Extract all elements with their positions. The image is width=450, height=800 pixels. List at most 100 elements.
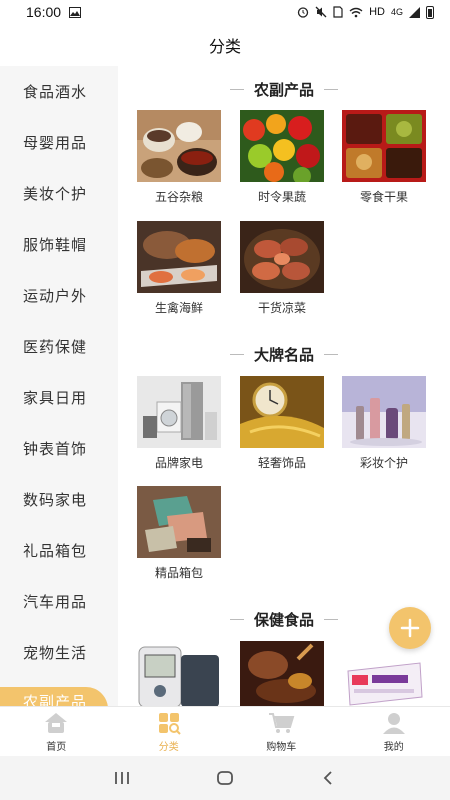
sidebar-item-gifts[interactable]: 礼品箱包 [0, 525, 118, 576]
bags-image [137, 486, 221, 558]
mute-icon [315, 6, 327, 18]
grains-image [137, 110, 221, 182]
sidebar-item-pets[interactable]: 宠物生活 [0, 627, 118, 678]
home-icon [45, 713, 68, 733]
sidebar-item-label: 食品酒水 [23, 84, 88, 102]
product-dried[interactable]: 干货凉菜 [240, 221, 324, 316]
wifi-icon [349, 7, 363, 17]
divider [229, 618, 244, 620]
product-grains[interactable]: 五谷杂粮 [137, 110, 221, 205]
product-label: 生禽海鲜 [154, 301, 203, 315]
sidebar-item-label: 钟表首饰 [23, 441, 88, 459]
sidebar-item-label: 母婴用品 [23, 135, 88, 153]
product-label: 轻奢饰品 [257, 456, 306, 470]
tab-label: 首页 [46, 742, 67, 753]
sidebar-item-sports[interactable]: 运动户外 [0, 270, 118, 321]
blood-pressure-monitor-image [137, 641, 221, 706]
tab-label: 购物车 [266, 742, 297, 753]
product-label: 彩妆个护 [359, 456, 408, 470]
section-title-text: 大牌名品 [253, 346, 314, 364]
sidebar-item-label: 运动户外 [23, 288, 88, 306]
home-nav-icon[interactable] [216, 770, 234, 786]
product-seafood[interactable]: 生禽海鲜 [137, 221, 221, 316]
sidebar-item-beauty[interactable]: 美妆个护 [0, 168, 118, 219]
sidebar-item-label: 家具日用 [23, 390, 88, 408]
sim-icon [333, 6, 343, 18]
product-appliances[interactable]: 品牌家电 [137, 376, 221, 471]
sidebar-item-digital[interactable]: 数码家电 [0, 474, 118, 525]
cosmetics-image [342, 376, 426, 448]
plus-icon [400, 618, 420, 638]
battery-icon [426, 5, 434, 19]
tab-me[interactable]: 我的 [338, 707, 450, 756]
sidebar-item-label: 农副产品 [23, 694, 88, 706]
alarm-icon [297, 7, 309, 18]
system-navbar [0, 756, 450, 800]
sidebar-item-jewelry[interactable]: 钟表首饰 [0, 423, 118, 474]
tab-label: 我的 [383, 742, 404, 753]
gallery-icon [69, 6, 82, 18]
product-label: 零食干果 [359, 190, 408, 204]
sidebar-item-label: 宠物生活 [23, 645, 88, 663]
sidebar-item-label: 医药保健 [23, 339, 88, 357]
sidebar-item-home[interactable]: 家具日用 [0, 372, 118, 423]
user-icon [382, 713, 405, 734]
product-jewelry[interactable]: 轻奢饰品 [240, 376, 324, 471]
signal-icon [409, 6, 420, 18]
seafood-image [137, 221, 221, 293]
snacks-image [342, 110, 426, 182]
product-snacks[interactable]: 零食干果 [342, 110, 426, 205]
back-icon[interactable] [319, 770, 337, 786]
product-bags[interactable]: 精品箱包 [137, 486, 221, 581]
divider [324, 353, 338, 355]
tab-label: 分类 [158, 742, 179, 753]
sidebar-item-label: 礼品箱包 [23, 543, 88, 561]
appliances-image [137, 376, 221, 448]
add-button[interactable] [389, 607, 431, 649]
sidebar-item-label: 汽车用品 [23, 594, 88, 612]
bottom-tabbar: 首页 分类 购物车 我的 [0, 706, 450, 756]
sidebar-item-farm-active[interactable]: 农副产品 [0, 687, 108, 706]
signal-label: 4G [390, 7, 403, 17]
sidebar-item-auto[interactable]: 汽车用品 [0, 576, 118, 627]
section-title: 大牌名品 [118, 339, 450, 369]
sidebar-item-baby[interactable]: 母婴用品 [0, 117, 118, 168]
tab-home[interactable]: 首页 [0, 707, 113, 756]
herbal-tea-image [240, 641, 324, 706]
section-title: 农副产品 [118, 74, 450, 104]
dried-food-image [240, 221, 324, 293]
status-bar: 16:00 HD 4G [0, 0, 450, 24]
sidebar-item-label: 美妆个护 [23, 186, 88, 204]
recent-apps-icon[interactable] [113, 770, 131, 786]
product-health-device[interactable] [137, 641, 221, 706]
category-icon [158, 713, 181, 735]
page-header: 分类 [0, 24, 450, 66]
product-fruits[interactable]: 时令果蔬 [240, 110, 324, 205]
product-label: 时令果蔬 [257, 190, 306, 204]
jewelry-image [240, 376, 324, 448]
sidebar-item-health[interactable]: 医药保健 [0, 321, 118, 372]
sidebar-item-label: 服饰鞋帽 [23, 237, 88, 255]
divider [324, 618, 338, 620]
section-title-text: 农副产品 [253, 81, 314, 99]
section-title-text: 保健食品 [253, 611, 314, 629]
category-sidebar: 食品酒水 母婴用品 美妆个护 服饰鞋帽 运动户外 医药保健 家具日用 钟表首饰 … [0, 66, 118, 706]
network-label: HD [369, 6, 385, 18]
tab-cart[interactable]: 购物车 [225, 707, 338, 756]
product-supplement[interactable] [342, 641, 426, 706]
tab-category[interactable]: 分类 [113, 707, 226, 756]
divider [229, 88, 244, 90]
supplement-box-image [342, 641, 426, 706]
status-left: 16:00 [26, 4, 82, 20]
cart-icon [269, 713, 295, 733]
product-cosmetics[interactable]: 彩妆个护 [342, 376, 426, 471]
page-title: 分类 [208, 39, 241, 56]
product-label: 品牌家电 [154, 456, 203, 470]
product-herbal[interactable] [240, 641, 324, 706]
divider [229, 353, 244, 355]
sidebar-item-food[interactable]: 食品酒水 [0, 66, 118, 117]
divider [324, 88, 338, 90]
sidebar-item-label: 数码家电 [23, 492, 88, 510]
product-label: 精品箱包 [154, 566, 203, 580]
sidebar-item-apparel[interactable]: 服饰鞋帽 [0, 219, 118, 270]
